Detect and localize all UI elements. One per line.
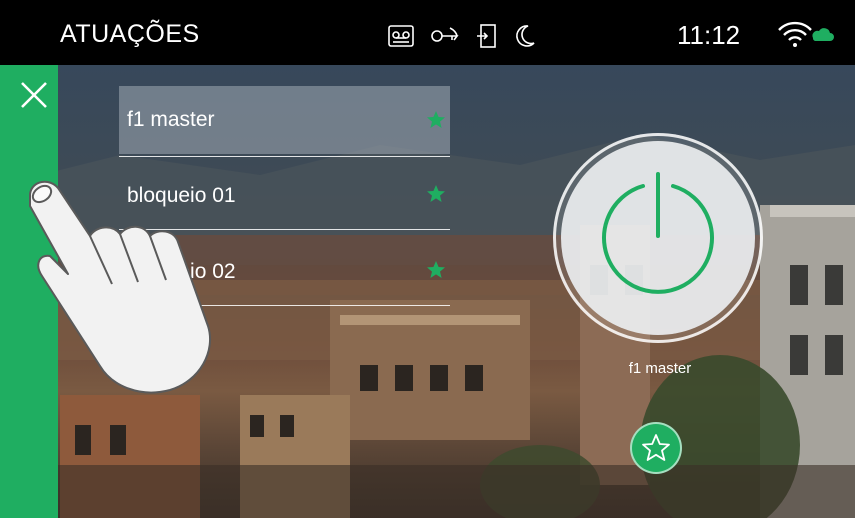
star-outline-icon [642, 434, 670, 461]
close-icon [21, 82, 47, 108]
power-icon [602, 172, 714, 294]
sidebar [0, 65, 58, 518]
power-button[interactable] [561, 141, 755, 335]
star-icon[interactable] [426, 184, 446, 209]
list-item[interactable]: bloqueio 02 [119, 230, 450, 306]
favorite-button[interactable] [630, 422, 682, 474]
status-icons [388, 24, 536, 53]
close-button[interactable] [19, 80, 49, 110]
status-bar: ATUAÇÕES 11:12 [0, 0, 855, 65]
voicemail-icon [388, 25, 414, 52]
control-caption: f1 master [628, 360, 692, 377]
clock: 11:12 [677, 20, 741, 50]
star-icon[interactable] [426, 110, 446, 135]
actuation-list: f1 master bloqueio 01 bloqueio 02 [119, 86, 450, 306]
moon-icon [514, 24, 536, 53]
door-entry-icon [476, 24, 498, 53]
list-item[interactable]: f1 master [119, 86, 450, 157]
list-item-label: bloqueio 01 [127, 184, 236, 207]
key-icon [430, 25, 460, 52]
list-item-label: bloqueio 02 [127, 260, 236, 283]
list-item[interactable]: bloqueio 01 [119, 154, 450, 230]
list-item-label: f1 master [127, 108, 215, 131]
wifi-cloud-icon [775, 20, 835, 53]
star-icon[interactable] [426, 260, 446, 285]
page-title: ATUAÇÕES [60, 20, 200, 48]
